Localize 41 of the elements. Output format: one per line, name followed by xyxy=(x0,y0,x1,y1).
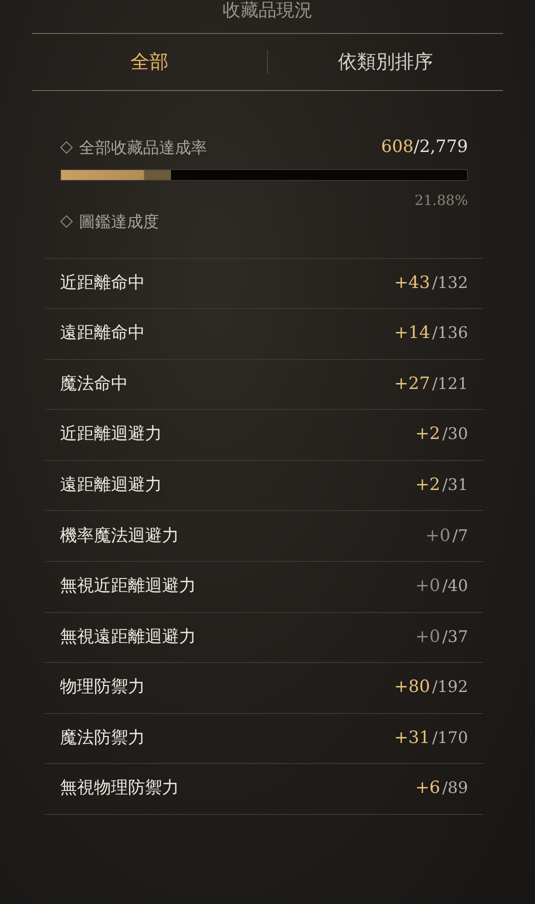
section-label: 圖鑑達成度 xyxy=(79,210,159,232)
total-count: /2,779 xyxy=(414,137,468,157)
stat-max: /40 xyxy=(442,576,468,596)
page-title: 收藏品現況 xyxy=(222,0,314,22)
stat-name: 近距離迴避力 xyxy=(60,423,162,446)
stat-name: 近距離命中 xyxy=(60,272,145,295)
stat-max: /192 xyxy=(432,677,468,696)
stat-name: 無視遠距離迴避力 xyxy=(60,626,196,649)
stat-bonus: +2 xyxy=(415,474,440,495)
stat-bonus: +2 xyxy=(415,424,440,444)
stat-name: 機率魔法迴避力 xyxy=(60,524,179,548)
stat-name: 無視近距離迴避力 xyxy=(60,575,196,598)
stat-max: /89 xyxy=(442,778,468,798)
stat-bonus: +0 xyxy=(415,576,440,596)
stat-max: /170 xyxy=(432,728,468,747)
stat-name: 魔法防禦力 xyxy=(60,726,145,750)
stat-name: 物理防禦力 xyxy=(60,676,145,700)
stat-bonus: +14 xyxy=(394,323,430,344)
section-label: 全部收藏品達成率 xyxy=(79,136,207,159)
stat-max: /132 xyxy=(432,272,468,292)
stat-bonus: +43 xyxy=(394,272,430,293)
stat-bonus: +31 xyxy=(394,728,430,748)
stat-name: 無視物理防禦力 xyxy=(60,777,179,800)
stat-bonus: +0 xyxy=(415,626,440,647)
collected-count: 608 xyxy=(381,137,414,157)
stat-max: /37 xyxy=(442,626,468,646)
stat-max: /136 xyxy=(432,323,468,342)
percent-text: 21.88% xyxy=(414,192,468,210)
stat-bonus: +80 xyxy=(394,677,430,698)
stat-bonus: +6 xyxy=(415,778,440,798)
stat-max: /121 xyxy=(432,374,468,393)
tab[interactable]: 全部 xyxy=(32,34,267,90)
stat-max: /7 xyxy=(452,526,468,545)
stat-bonus: +0 xyxy=(425,526,450,546)
tab[interactable]: 依類別排序 xyxy=(268,34,503,90)
stat-bonus: +27 xyxy=(394,374,430,394)
stat-max: /30 xyxy=(442,424,468,444)
stat-name: 魔法命中 xyxy=(60,372,128,396)
stat-name: 遠距離命中 xyxy=(60,322,145,346)
stat-max: /31 xyxy=(442,474,468,494)
stat-name: 遠距離迴避力 xyxy=(60,474,162,497)
